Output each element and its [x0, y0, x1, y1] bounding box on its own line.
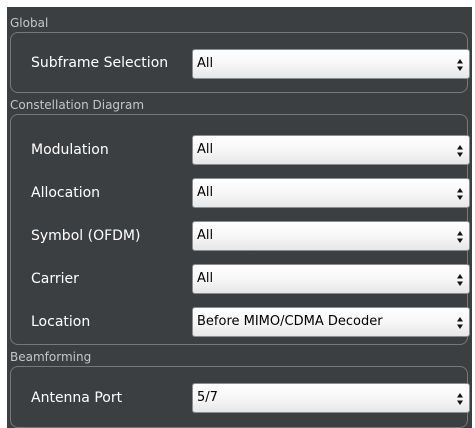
carrier-value: All [197, 271, 214, 286]
modulation-value: All [197, 142, 214, 157]
location-label: Location [31, 314, 91, 330]
subframe-selection-label: Subframe Selection [31, 55, 169, 71]
group-constellation-diagram: Modulation All Allocation All Symbol (OF… [10, 114, 470, 345]
group-beamforming: Antenna Port 5/7 [10, 366, 470, 428]
section-title-beamforming: Beamforming [10, 350, 92, 364]
modulation-dropdown[interactable]: All [192, 135, 470, 165]
updown-arrows-icon [457, 231, 463, 243]
symbol-ofdm-label: Symbol (OFDM) [31, 228, 141, 244]
section-title-global: Global [10, 16, 49, 30]
location-value: Before MIMO/CDMA Decoder [197, 314, 383, 329]
symbol-ofdm-dropdown[interactable]: All [192, 221, 470, 251]
updown-arrows-icon [457, 59, 463, 71]
antenna-port-value: 5/7 [197, 390, 218, 405]
subframe-selection-value: All [197, 56, 214, 71]
antenna-port-dropdown[interactable]: 5/7 [192, 383, 470, 413]
carrier-dropdown[interactable]: All [192, 264, 470, 294]
subframe-selection-dropdown[interactable]: All [192, 49, 470, 79]
updown-arrows-icon [457, 188, 463, 200]
location-dropdown[interactable]: Before MIMO/CDMA Decoder [192, 307, 470, 337]
updown-arrows-icon [457, 145, 463, 157]
allocation-dropdown[interactable]: All [192, 178, 470, 208]
modulation-label: Modulation [31, 142, 109, 158]
antenna-port-label: Antenna Port [31, 390, 123, 406]
updown-arrows-icon [457, 317, 463, 329]
symbol-ofdm-value: All [197, 228, 214, 243]
section-title-constellation-diagram: Constellation Diagram [10, 98, 145, 112]
group-global: Subframe Selection All [10, 32, 470, 93]
carrier-label: Carrier [31, 271, 79, 287]
allocation-value: All [197, 185, 214, 200]
allocation-label: Allocation [31, 185, 101, 201]
settings-panel: Global Subframe Selection All Constellat… [7, 7, 472, 428]
updown-arrows-icon [457, 274, 463, 286]
updown-arrows-icon [457, 393, 463, 405]
